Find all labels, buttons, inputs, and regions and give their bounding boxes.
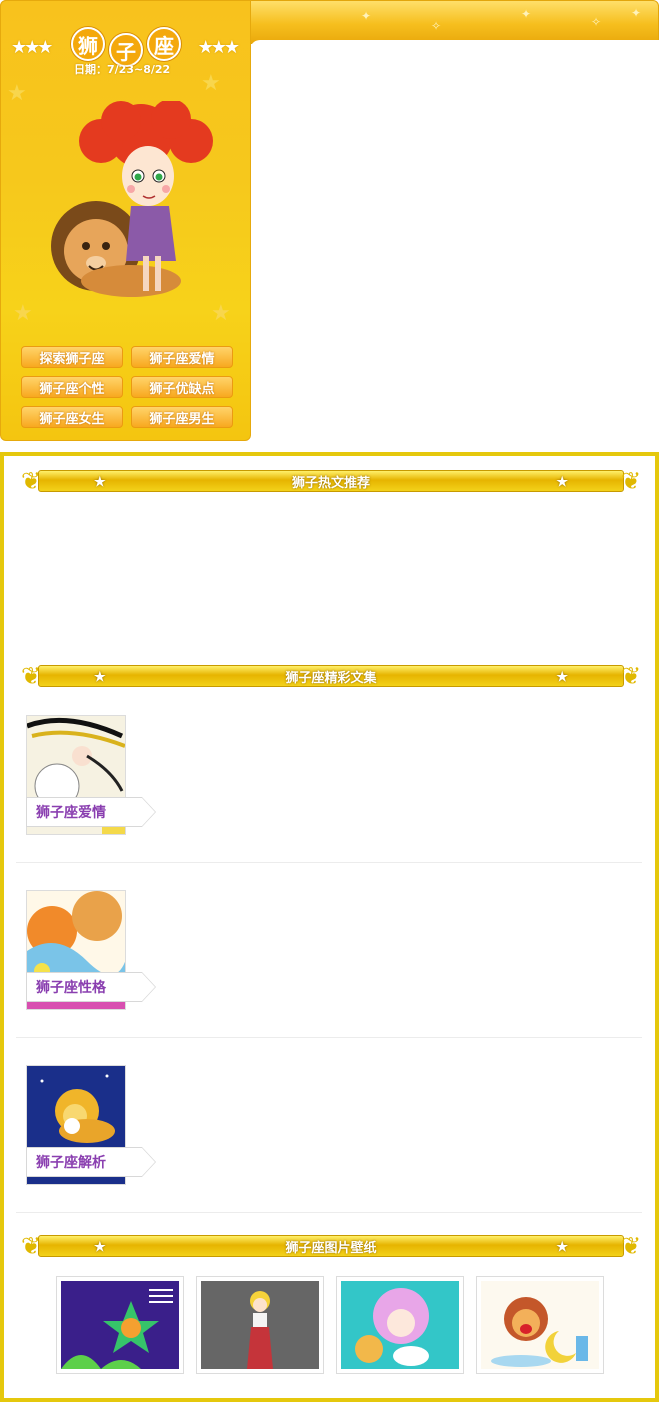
- star-wing-icon: ★★★: [197, 37, 240, 58]
- section-header-collection: ❦ ★ ★ 狮子座精彩文集 ❦: [18, 661, 644, 691]
- star-icon: ★: [556, 475, 568, 490]
- wallpaper-thumbnail[interactable]: [336, 1276, 464, 1374]
- wallpaper-thumbnail[interactable]: [196, 1276, 324, 1374]
- article-tag-love[interactable]: 狮子座爱情: [26, 797, 156, 827]
- content-panel: [250, 40, 659, 452]
- sparkle-icon: ✧: [431, 19, 442, 33]
- wallpaper-thumbnail[interactable]: [56, 1276, 184, 1374]
- leo-male-button[interactable]: 狮子座男生: [131, 406, 233, 428]
- explore-leo-button[interactable]: 探索狮子座: [21, 346, 123, 368]
- star-icon: ★: [94, 475, 106, 490]
- sign-nav: 探索狮子座 狮子座爱情 狮子座个性 狮子优缺点 狮子座女生 狮子座男生: [21, 346, 235, 428]
- section-title: 狮子热文推荐: [291, 475, 370, 491]
- star-icon: ★: [556, 1240, 568, 1255]
- list-item: 狮子座性格: [16, 868, 642, 1038]
- star-icon: ★: [13, 301, 33, 326]
- title-char: 座: [147, 27, 181, 61]
- leo-personality-button[interactable]: 狮子座个性: [21, 376, 123, 398]
- wing-icon: ❦: [620, 1232, 642, 1260]
- star-wing-icon: ★★★: [11, 37, 53, 58]
- list-item: 狮子座解析: [16, 1043, 642, 1213]
- star-icon: ★: [201, 71, 221, 96]
- leo-pros-cons-button[interactable]: 狮子优缺点: [131, 376, 233, 398]
- article-tag-personality[interactable]: 狮子座性格: [26, 972, 156, 1002]
- title-char: 狮: [71, 27, 105, 61]
- sparkle-icon: ✧: [591, 15, 602, 29]
- leo-female-button[interactable]: 狮子座女生: [21, 406, 123, 428]
- sign-panel: ★ ★ ★ ★ ★★★ 狮 子 座 ★★★ 日期：7/23~8/22 探索狮子座…: [0, 0, 251, 441]
- main-content-box: ❦ ★ ★ 狮子热文推荐 ❦ ❦ ★ ★ 狮子座精彩文集 ❦ 狮子座爱情 狮子座…: [0, 452, 659, 1402]
- star-icon: ★: [7, 81, 27, 106]
- sparkle-icon: ✦: [631, 6, 642, 20]
- section-header-hot: ❦ ★ ★ 狮子热文推荐 ❦: [18, 466, 644, 496]
- sparkle-icon: ✦: [521, 7, 532, 21]
- section-title: 狮子座精彩文集: [285, 670, 377, 686]
- wing-icon: ❦: [620, 467, 642, 495]
- star-icon: ★: [94, 1240, 106, 1255]
- article-tag-analysis[interactable]: 狮子座解析: [26, 1147, 156, 1177]
- wing-icon: ❦: [620, 662, 642, 690]
- wallpaper-gallery: [56, 1276, 616, 1376]
- leo-love-button[interactable]: 狮子座爱情: [131, 346, 233, 368]
- list-item: 狮子座爱情: [16, 693, 642, 863]
- sparkle-icon: ✦: [361, 9, 372, 23]
- leo-cartoon-illustration: [51, 101, 213, 297]
- section-header-wallpaper: ❦ ★ ★ 狮子座图片壁纸 ❦: [18, 1231, 644, 1261]
- section-title: 狮子座图片壁纸: [285, 1240, 377, 1256]
- star-icon: ★: [94, 670, 106, 685]
- date-range: 日期：7/23~8/22: [74, 63, 171, 76]
- wallpaper-thumbnail[interactable]: [476, 1276, 604, 1374]
- star-icon: ★: [556, 670, 568, 685]
- star-icon: ★: [211, 301, 231, 326]
